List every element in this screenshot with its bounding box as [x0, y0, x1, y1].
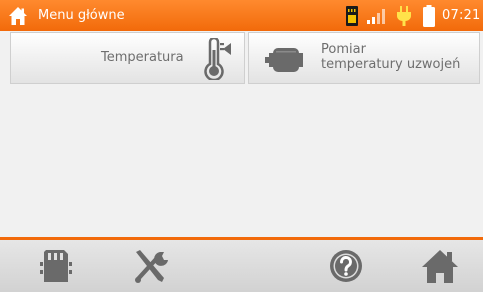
- help-icon[interactable]: [326, 248, 366, 284]
- status-bar: Menu główne 07:21: [0, 0, 483, 31]
- bottom-toolbar: [0, 240, 483, 292]
- menu-item-label: Temperatura: [101, 50, 184, 65]
- motor-icon: [265, 48, 303, 72]
- home-icon[interactable]: [8, 6, 28, 26]
- memory-card-icon[interactable]: [38, 248, 74, 284]
- sd-card-icon: [346, 6, 358, 26]
- thermometer-icon: [204, 38, 231, 80]
- menu-item-temperature[interactable]: Temperatura: [10, 32, 245, 84]
- window-title: Menu główne: [38, 8, 125, 23]
- plug-icon: [397, 6, 411, 26]
- battery-icon: [423, 5, 435, 27]
- menu-item-label-line2: temperatury uzwojeń: [321, 57, 461, 72]
- home-icon[interactable]: [420, 248, 460, 284]
- menu-item-winding-temperature[interactable]: Pomiar temperatury uzwojeń: [248, 32, 480, 84]
- clock: 07:21: [442, 8, 481, 23]
- signal-icon: [367, 9, 385, 24]
- tools-icon[interactable]: [130, 248, 174, 284]
- screen: Menu główne 07:21 Temperatura Pomiar tem…: [0, 0, 483, 292]
- menu-item-label: Pomiar temperatury uzwojeń: [321, 42, 460, 72]
- menu-item-label-line1: Pomiar: [321, 42, 366, 57]
